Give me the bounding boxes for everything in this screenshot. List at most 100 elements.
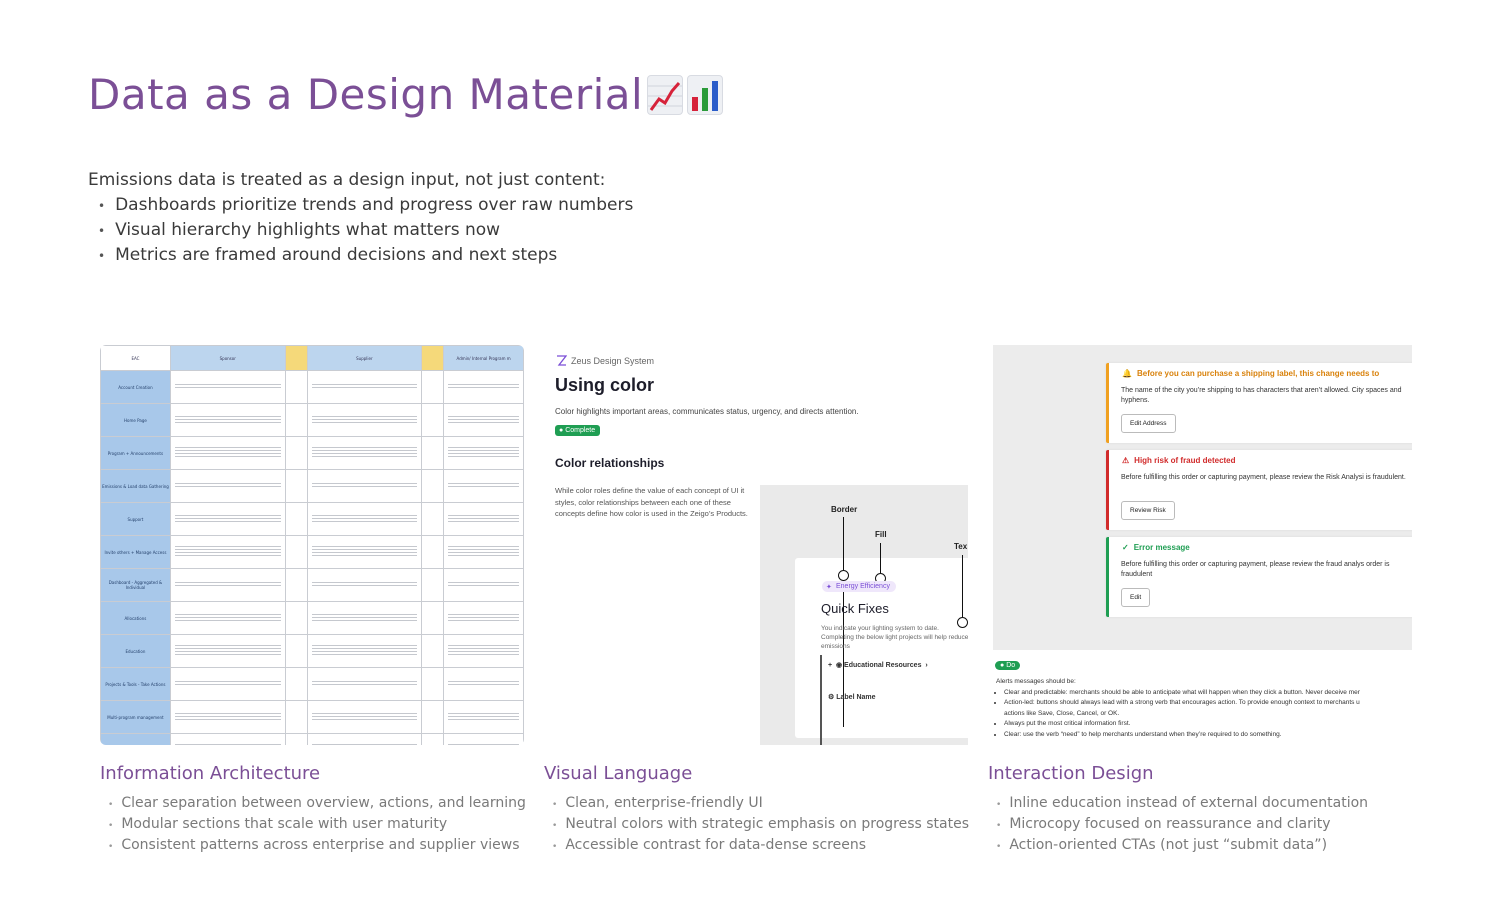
table-cell — [421, 403, 445, 437]
table-cell — [421, 502, 445, 536]
cell-text-placeholder — [311, 613, 418, 623]
warning-alert: 🔔 Before you can purchase a shipping lab… — [1106, 363, 1412, 443]
table-cell — [443, 634, 524, 668]
section-subheading: Color highlights important areas, commun… — [555, 407, 859, 416]
cell-text-placeholder — [448, 415, 519, 425]
table-cell — [284, 568, 308, 602]
column-header: Sponsor — [169, 345, 286, 371]
color-relationship-diagram: Border Fill Tex ✦ Energy Efficiency Quic… — [760, 485, 968, 745]
warning-alert-header: 🔔 Before you can purchase a shipping lab… — [1122, 369, 1379, 378]
table-cell — [169, 667, 286, 701]
table-cell — [284, 469, 308, 503]
feature-matrix-table: EAC Sponsor Supplier Admin/ Internal Pro… — [100, 345, 524, 745]
cell-text-placeholder — [448, 613, 519, 623]
cell-text-placeholder — [174, 681, 281, 687]
table-cell — [284, 403, 308, 437]
border-marker — [838, 570, 849, 581]
table-cell — [421, 568, 445, 602]
cell-text-placeholder — [448, 712, 519, 722]
cell-text-placeholder — [448, 681, 519, 687]
table-cell — [306, 535, 423, 569]
cell-text-placeholder — [174, 415, 281, 425]
resource-row-label: Educational Resources — [844, 662, 922, 669]
cell-text-placeholder — [174, 483, 281, 489]
table-cell — [421, 667, 445, 701]
table-cell — [421, 634, 445, 668]
cell-text-placeholder — [311, 582, 418, 588]
table-cell — [169, 502, 286, 536]
row-label: Education — [100, 634, 171, 668]
review-risk-button[interactable]: Review Risk — [1121, 501, 1175, 520]
table-header-row: EAC Sponsor Supplier Admin/ Internal Pro… — [100, 345, 524, 371]
guideline-item: Clear and predictable: merchants should … — [1004, 688, 1360, 699]
table-cell — [421, 733, 445, 745]
guideline-item: Clear: use the verb “need” to help merch… — [1004, 730, 1360, 741]
cell-text-placeholder — [174, 546, 281, 558]
row-label: Dashboard - Aggregated & Individual — [100, 568, 171, 602]
cell-text-placeholder — [448, 447, 519, 459]
table-cell — [284, 502, 308, 536]
table-cell — [306, 733, 423, 745]
edit-address-button[interactable]: Edit Address — [1121, 414, 1176, 433]
cell-text-placeholder — [311, 712, 418, 722]
label-row[interactable]: ⚙ Label Name — [828, 693, 876, 701]
cell-text-placeholder — [174, 613, 281, 623]
priority-column-header — [284, 345, 308, 371]
row-label: Program + Announcements — [100, 436, 171, 470]
page-title: Data as a Design Material — [88, 70, 724, 119]
text-pointer — [962, 555, 963, 617]
card-list-item: Clean, enterprise-friendly UI — [552, 795, 969, 811]
column-header: EAC — [100, 345, 171, 371]
table-cell — [306, 667, 423, 701]
cell-text-placeholder — [174, 582, 281, 588]
table-row: Allocations — [100, 601, 524, 635]
cell-text-placeholder — [174, 645, 281, 657]
text-label: Tex — [954, 542, 968, 551]
card-list-item: Consistent patterns across enterprise an… — [108, 837, 526, 853]
table-row: Emissions & Load data Gathering — [100, 469, 524, 503]
cell-text-placeholder — [448, 384, 519, 390]
leaf-icon: ✦ — [826, 584, 832, 591]
table-row: Dashboard - Aggregated & Individual — [100, 568, 524, 602]
chevron-right-icon: › — [925, 662, 928, 669]
cell-text-placeholder — [311, 546, 418, 558]
intro-bullet: Dashboards prioritize trends and progres… — [98, 195, 633, 215]
card-list-item: Modular sections that scale with user ma… — [108, 816, 526, 832]
edit-button[interactable]: Edit — [1121, 588, 1151, 607]
warning-alert-body: The name of the city you’re shipping to … — [1121, 387, 1402, 404]
row-label: Home Page — [100, 403, 171, 437]
table-cell — [169, 469, 286, 503]
card-description: You indicate your lighting system to dat… — [821, 625, 968, 650]
table-cell — [284, 667, 308, 701]
resource-row[interactable]: + ◉ Educational Resources › — [828, 661, 928, 669]
check-circle-icon: ✓ — [1122, 543, 1129, 552]
guidelines: Alerts messages should be: Clear and pre… — [996, 677, 1360, 740]
zeus-logo-icon — [557, 355, 567, 366]
title-icons — [647, 74, 724, 115]
cell-text-placeholder — [311, 744, 418, 745]
table-cell — [306, 502, 423, 536]
table-row: Multi-program management — [100, 700, 524, 734]
guideline-item: Action-led: buttons should always lead w… — [1004, 698, 1360, 709]
row-label: Multi-program management — [100, 700, 171, 734]
cell-text-placeholder — [448, 645, 519, 657]
cell-text-placeholder — [448, 744, 519, 745]
fill-pointer — [880, 543, 881, 573]
cell-text-placeholder — [311, 681, 418, 687]
intro-bullet: Metrics are framed around decisions and … — [98, 245, 633, 265]
table-cell — [306, 601, 423, 635]
card-title-visual-language: Visual Language — [544, 763, 693, 784]
label-row-label: Label Name — [836, 694, 876, 701]
visual-language-screenshot: Zeus Design System Using color Color hig… — [544, 345, 968, 745]
intro-bullet: Visual hierarchy highlights what matters… — [98, 220, 633, 240]
card-list-item: Inline education instead of external doc… — [996, 795, 1368, 811]
row-label: Account Creation — [100, 370, 171, 404]
brand: Zeus Design System — [556, 355, 654, 366]
status-badge-label: Complete — [565, 427, 596, 434]
gear-icon: ⚙ — [828, 694, 835, 701]
card-list-item: Neutral colors with strategic emphasis o… — [552, 816, 969, 832]
subsection-body: While color roles define the value of ea… — [555, 486, 748, 518]
cell-text-placeholder — [448, 582, 519, 588]
card-list-interaction-design: Inline education instead of external doc… — [996, 795, 1368, 858]
row-label: Live Webinars hosted in Hub — [100, 733, 171, 745]
